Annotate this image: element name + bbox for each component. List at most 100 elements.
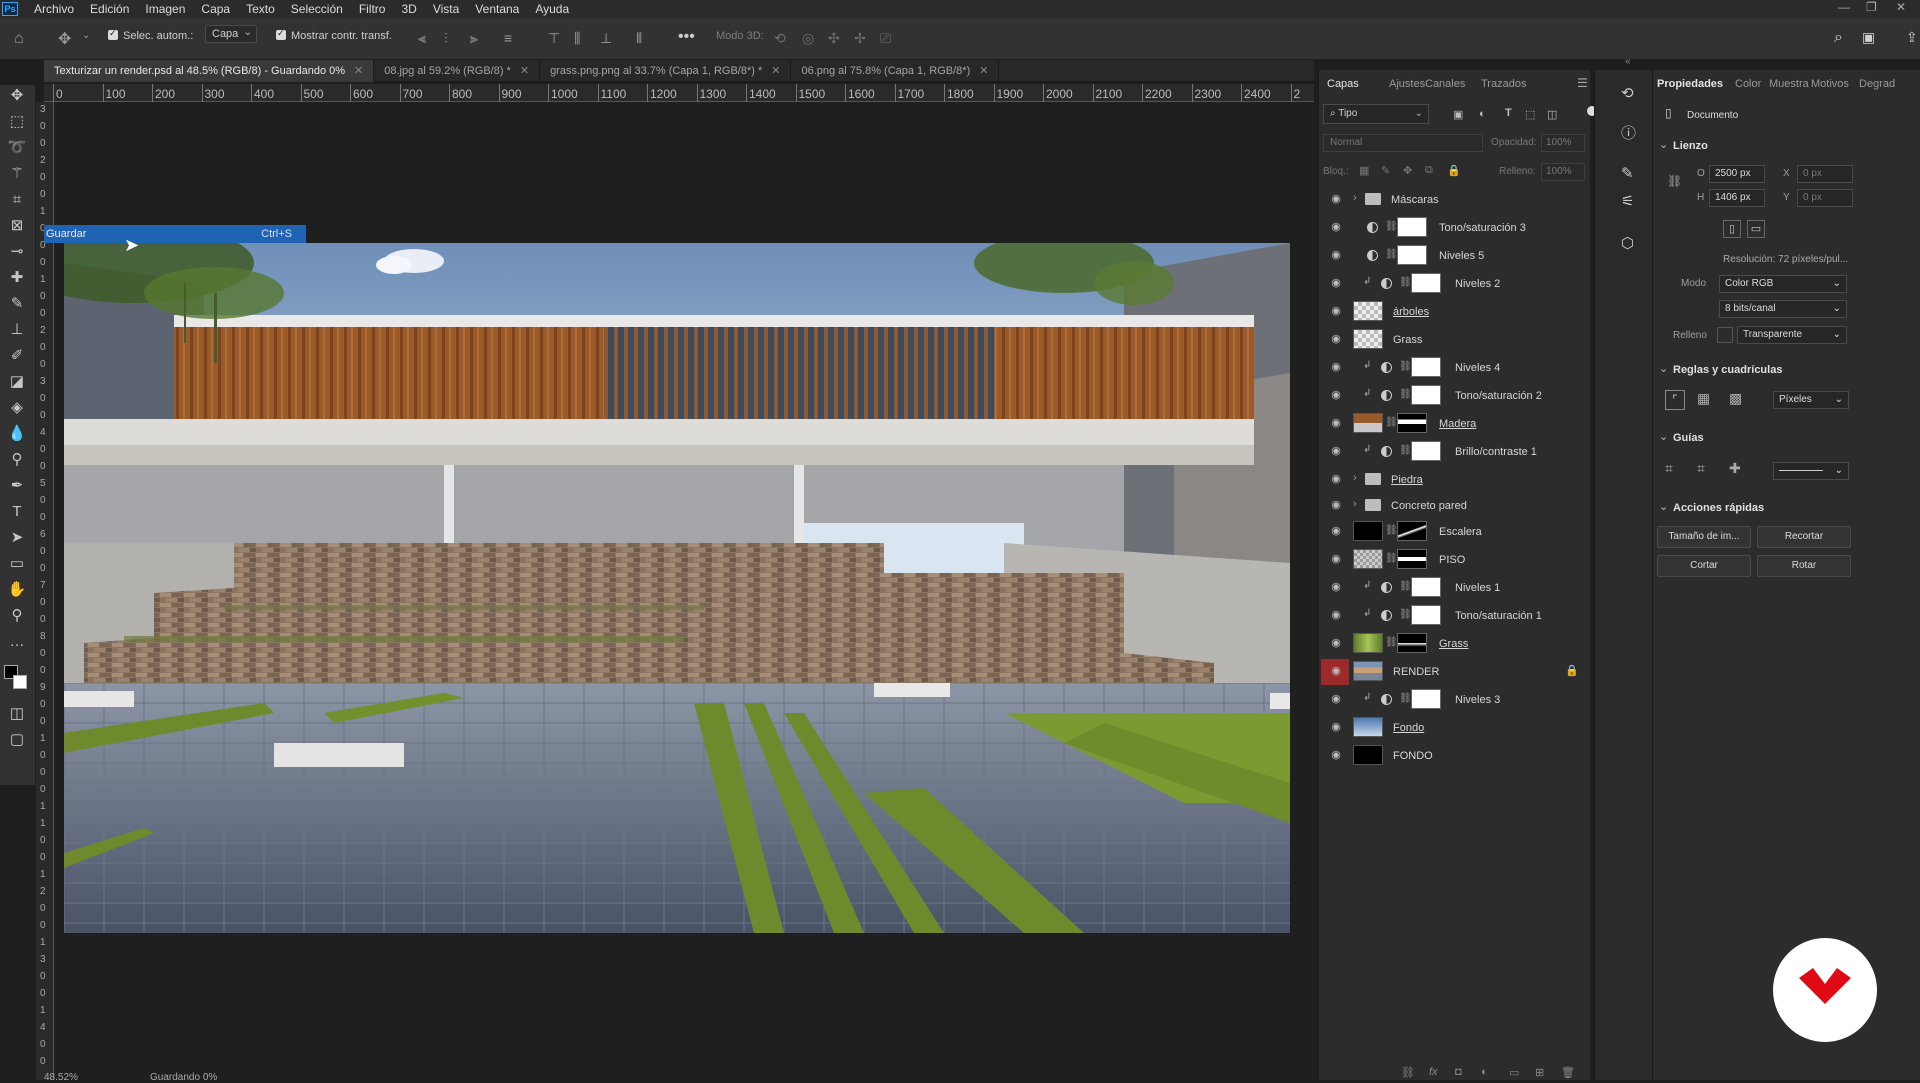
layer-mask-thumbnail[interactable] (1411, 441, 1441, 461)
link-dimensions-icon[interactable]: ⛓ (1667, 174, 1682, 188)
layer-row[interactable]: ◉ ⛓ Escalera (1319, 518, 1591, 546)
canvas-width-field[interactable]: 2500 px (1709, 165, 1765, 183)
section-reglas[interactable]: Reglas y cuadrículas (1659, 362, 1783, 376)
layer-row[interactable]: ◉ ⛓ PISO (1319, 546, 1591, 574)
horizontal-ruler[interactable]: 0 100 200 300 400 500 600 700 800 900 1000 1100 1200… (44, 84, 1314, 102)
portrait-orientation-icon[interactable]: ▯ (1723, 220, 1741, 238)
lock-all-icon[interactable]: 🔒 (1447, 164, 1461, 177)
layer-thumbnail[interactable] (1353, 661, 1383, 681)
layer-mask-thumbnail[interactable] (1411, 577, 1441, 597)
lock-artboard-icon[interactable]: ⧉ (1425, 164, 1433, 177)
tab-document-active[interactable]: Texturizar un render.psd al 48.5% (RGB/8… (44, 60, 375, 82)
section-guias[interactable]: Guías (1659, 430, 1703, 444)
new-layer-icon[interactable]: ⊞ (1535, 1066, 1544, 1079)
visibility-eye-icon[interactable]: ◉ (1329, 582, 1343, 593)
pan-3d-icon[interactable]: ✣ (828, 30, 840, 47)
close-tab-icon[interactable]: ✕ (771, 65, 780, 77)
bit-depth-dropdown[interactable]: 8 bits/canal ⌄ (1719, 300, 1847, 318)
visibility-eye-icon[interactable]: ◉ (1329, 362, 1343, 373)
lock-transparent-icon[interactable]: ▦ (1359, 164, 1369, 177)
layer-row[interactable]: ◉ ⛓ Tono/saturación 3 (1319, 214, 1591, 242)
layer-mask-thumbnail[interactable] (1411, 273, 1441, 293)
blend-mode-dropdown[interactable]: Normal (1323, 134, 1483, 152)
menu-edicion[interactable]: Edición (82, 2, 137, 16)
tab-muestras[interactable]: Muestra (1769, 78, 1809, 90)
fill-dropdown[interactable]: Transparente ⌄ (1737, 326, 1847, 344)
info-panel-icon[interactable]: ⓘ (1621, 122, 1636, 143)
ruler-units-dropdown[interactable]: Píxeles ⌄ (1773, 391, 1849, 409)
grid-toggle-icon[interactable]: ▦ (1697, 390, 1710, 407)
layer-mask-thumbnail[interactable] (1411, 689, 1441, 709)
menu-capa[interactable]: Capa (193, 2, 238, 16)
lasso-tool-icon[interactable]: ➰ (6, 137, 28, 159)
layer-row[interactable]: ◉ ↲ ⛓ Niveles 1 (1319, 574, 1591, 602)
filter-type-icon[interactable]: T (1505, 107, 1512, 119)
lock-position-icon[interactable]: ✥ (1403, 164, 1412, 177)
layer-thumbnail[interactable] (1353, 549, 1383, 569)
layer-mask-thumbnail[interactable] (1397, 217, 1427, 237)
layer-thumbnail[interactable] (1353, 413, 1383, 433)
hand-tool-icon[interactable]: ✋ (6, 579, 28, 601)
zoom-readout[interactable]: 48.52% (44, 1072, 78, 1083)
layer-thumbnail[interactable] (1353, 521, 1383, 541)
canvas-x-field[interactable]: 0 px (1797, 165, 1853, 183)
layer-row[interactable]: ◉ ↲ ⛓ Tono/saturación 2 (1319, 382, 1591, 410)
fill-field[interactable]: 100% (1541, 163, 1585, 181)
layer-row[interactable]: ◉ ↲ ⛓ Niveles 2 (1319, 270, 1591, 298)
visibility-eye-icon[interactable]: ◉ (1329, 750, 1343, 761)
layer-row[interactable]: ◉ árboles (1319, 298, 1591, 326)
layer-thumbnail[interactable] (1353, 633, 1383, 653)
share-icon[interactable]: ⇪ (1906, 29, 1918, 46)
visibility-eye-icon[interactable]: ◉ (1329, 722, 1343, 733)
layer-row[interactable]: ◉ ↲ ⛓ Niveles 3 (1319, 686, 1591, 714)
type-tool-icon[interactable]: T (6, 501, 28, 523)
chevron-right-icon[interactable]: › (1353, 192, 1357, 204)
tab-propiedades[interactable]: Propiedades (1657, 78, 1723, 90)
visibility-eye-icon[interactable]: ◉ (1329, 306, 1343, 317)
paint-bucket-tool-icon[interactable]: ◈ (6, 397, 28, 419)
restore-icon[interactable]: ❐ (1866, 0, 1877, 18)
layer-row[interactable]: ◉ ⛓ Grass (1319, 630, 1591, 658)
filter-adjustment-icon[interactable]: ◐ (1479, 108, 1486, 120)
layer-mask-thumbnail[interactable] (1397, 245, 1427, 265)
visibility-eye-icon[interactable]: ◉ (1329, 474, 1343, 485)
photoshop-logo[interactable]: Ps (2, 2, 18, 16)
menu-imagen[interactable]: Imagen (137, 2, 193, 16)
filter-pixel-icon[interactable]: ▣ (1453, 108, 1463, 121)
layer-row[interactable]: ◉ ↲ ⛓ Brillo/contraste 1 (1319, 438, 1591, 466)
crop-tool-icon[interactable]: ⌗ (6, 189, 28, 211)
add-mask-icon[interactable]: ◘ (1455, 1066, 1462, 1078)
tab-color[interactable]: Color (1735, 78, 1761, 90)
delete-layer-icon[interactable]: 🗑 (1561, 1066, 1575, 1079)
align-right-icon[interactable]: ⫸ (470, 30, 478, 47)
align-top-icon[interactable]: ⊤ (548, 30, 560, 47)
menu-archivo[interactable]: Archivo (26, 2, 82, 16)
menu-ayuda[interactable]: Ayuda (527, 2, 577, 16)
quick-mask-icon[interactable]: ◫ (6, 703, 28, 725)
align-left-icon[interactable]: ⫷ (418, 30, 426, 47)
visibility-eye-icon[interactable]: ◉ (1329, 278, 1343, 289)
visibility-eye-icon[interactable]: ◉ (1329, 222, 1343, 233)
tab-capas[interactable]: Capas (1327, 78, 1359, 90)
visibility-eye-icon[interactable]: ◉ (1329, 694, 1343, 705)
visibility-eye-icon[interactable]: ◉ (1329, 638, 1343, 649)
clone-stamp-tool-icon[interactable]: ⊥ (6, 319, 28, 341)
layer-filter-dropdown[interactable]: ⌕ Tipo ⌄ (1323, 104, 1429, 124)
visibility-eye-icon[interactable]: ◉ (1329, 194, 1343, 205)
frame-tool-icon[interactable]: ⊠ (6, 215, 28, 237)
layer-row[interactable]: ◉ FONDO (1319, 742, 1591, 770)
workspace-icon[interactable]: ▣ (1862, 29, 1875, 46)
vertical-ruler[interactable]: 3 0 0 2 0 0 1 0 0 0 1 0 0 2 0 0 3 0 0 4 0 0 5 0 0 6 0 0 7 0 0 8 0 0 9 0 0 1 0 0… (36, 102, 54, 1080)
zoom-tool-icon[interactable]: ⚲ (6, 605, 28, 627)
slide-3d-icon[interactable]: ✢ (854, 30, 866, 47)
tab-document[interactable]: grass.png.png al 33.7% (Capa 1, RGB/8*) … (540, 60, 792, 82)
tab-canales[interactable]: Canales (1425, 78, 1465, 90)
layer-thumbnail[interactable] (1353, 329, 1383, 349)
close-tab-icon[interactable]: ✕ (979, 65, 988, 77)
visibility-eye-icon[interactable]: ◉ (1329, 554, 1343, 565)
history-brush-tool-icon[interactable]: ✐ (6, 345, 28, 367)
auto-select-target-dropdown[interactable]: Capa (205, 25, 258, 43)
align-center-h-icon[interactable]: ⫶ (444, 30, 448, 47)
tab-trazados[interactable]: Trazados (1481, 78, 1526, 90)
fill-color-swatch[interactable] (1717, 327, 1733, 343)
